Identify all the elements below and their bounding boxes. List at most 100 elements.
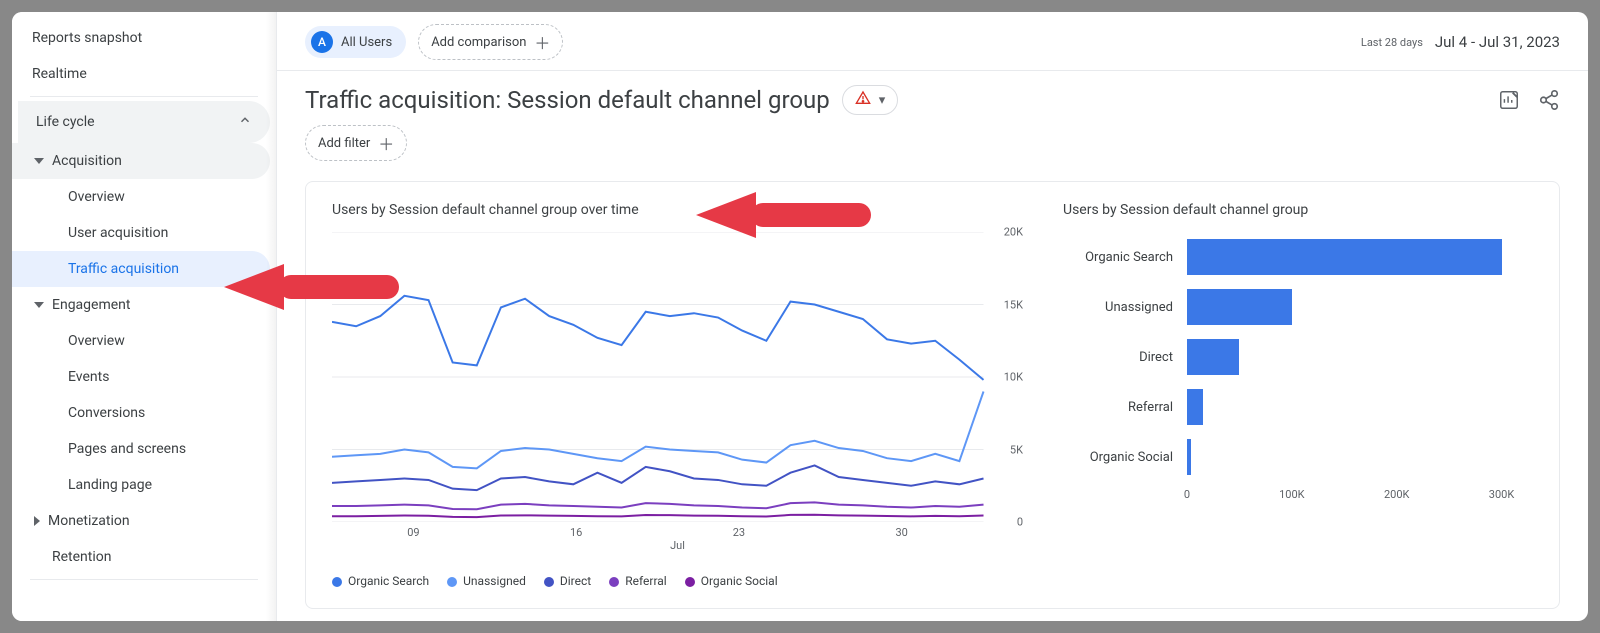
nav-acq-traffic[interactable]: Traffic acquisition	[12, 251, 270, 287]
legend-label: Referral	[625, 574, 667, 588]
legend-item[interactable]: Organic Social	[685, 574, 778, 588]
bar-row: Direct	[1063, 332, 1533, 382]
chevron-right-icon	[34, 516, 40, 526]
bar-track	[1187, 234, 1533, 280]
nav-engagement-label: Engagement	[52, 297, 130, 313]
bar-track	[1187, 384, 1533, 430]
line-chart-title: Users by Session default channel group o…	[332, 202, 1023, 218]
nav-monetization-label: Monetization	[48, 513, 130, 529]
bar-chart[interactable]: Organic Search Unassigned Direct Referral Or…	[1063, 232, 1533, 482]
y-tick-label: 15K	[1004, 298, 1023, 311]
bar-fill	[1187, 239, 1502, 275]
legend-item[interactable]: Direct	[544, 574, 591, 588]
x-tick-label: 30	[895, 526, 907, 539]
chevron-down-icon: ▾	[879, 93, 886, 108]
segment-badge: A	[311, 31, 333, 53]
x-tick-label: 0	[1184, 488, 1190, 501]
bar-label: Organic Social	[1063, 450, 1173, 465]
legend-label: Organic Search	[348, 574, 429, 588]
nav-acq-overview[interactable]: Overview	[12, 179, 276, 215]
alert-icon	[855, 90, 871, 110]
legend-item[interactable]: Organic Search	[332, 574, 429, 588]
share-icon[interactable]	[1538, 89, 1560, 111]
segment-label: All Users	[341, 35, 392, 50]
legend-item[interactable]: Referral	[609, 574, 667, 588]
nav-section-lifecycle-label: Life cycle	[36, 114, 95, 130]
legend-item[interactable]: Unassigned	[447, 574, 526, 588]
nav-eng-events[interactable]: Events	[12, 359, 276, 395]
legend-swatch	[544, 577, 554, 587]
tool-icons	[1498, 89, 1560, 111]
date-range-value: Jul 4 - Jul 31, 2023	[1435, 33, 1560, 51]
nav-acquisition-label: Acquisition	[52, 153, 122, 169]
line-chart-x-month: Jul	[332, 539, 1023, 552]
nav-realtime[interactable]: Realtime	[12, 56, 276, 92]
segment-chip[interactable]: A All Users	[305, 26, 406, 58]
bar-label: Referral	[1063, 400, 1173, 415]
add-comparison-label: Add comparison	[431, 35, 526, 50]
y-tick-label: 0	[1017, 516, 1023, 529]
legend-swatch	[332, 577, 342, 587]
line-chart-x-axis: 09 16 23 30	[332, 526, 1023, 539]
content: Users by Session default channel group o…	[277, 175, 1588, 621]
nav-eng-conversions[interactable]: Conversions	[12, 395, 276, 431]
add-filter-button[interactable]: Add filter ＋	[305, 125, 407, 161]
y-tick-label: 5K	[1010, 443, 1023, 456]
topbar: A All Users Add comparison ＋ Last 28 day…	[277, 12, 1588, 71]
bar-row: Referral	[1063, 382, 1533, 432]
bar-label: Unassigned	[1063, 300, 1173, 315]
legend-swatch	[685, 577, 695, 587]
line-chart-block: Users by Session default channel group o…	[332, 202, 1023, 588]
add-filter-label: Add filter	[318, 136, 370, 151]
bar-chart-block: Users by Session default channel group O…	[1063, 202, 1533, 588]
chevron-up-icon	[238, 113, 252, 131]
chevron-down-icon	[34, 302, 44, 308]
chevron-down-icon	[34, 158, 44, 164]
nav-acq-user[interactable]: User acquisition	[12, 215, 276, 251]
bar-fill	[1187, 339, 1239, 375]
chart-card: Users by Session default channel group o…	[305, 181, 1560, 609]
bar-track	[1187, 434, 1533, 480]
line-chart[interactable]: 05K10K15K20K	[332, 232, 1023, 522]
app-window: Reports snapshot Realtime Life cycle Acq…	[12, 12, 1588, 621]
title-row: Traffic acquisition: Session default cha…	[277, 71, 1588, 121]
x-tick-label: 16	[570, 526, 582, 539]
title-dropdown[interactable]: ▾	[842, 85, 899, 115]
legend-label: Unassigned	[463, 574, 526, 588]
nav-monetization[interactable]: Monetization	[12, 503, 276, 539]
bar-row: Organic Social	[1063, 432, 1533, 482]
nav-eng-landing[interactable]: Landing page	[12, 467, 276, 503]
main: A All Users Add comparison ＋ Last 28 day…	[277, 12, 1588, 621]
bar-fill	[1187, 289, 1292, 325]
bar-label: Organic Search	[1063, 250, 1173, 265]
nav-reports-snapshot[interactable]: Reports snapshot	[12, 20, 276, 56]
page-title: Traffic acquisition: Session default cha…	[305, 86, 830, 114]
x-tick-label: 200K	[1384, 488, 1409, 501]
legend-label: Direct	[560, 574, 591, 588]
plus-icon: ＋	[534, 30, 550, 54]
nav-eng-pages[interactable]: Pages and screens	[12, 431, 276, 467]
nav-section-lifecycle[interactable]: Life cycle	[18, 101, 270, 143]
x-tick-label: 23	[733, 526, 745, 539]
nav-acquisition[interactable]: Acquisition	[12, 143, 270, 179]
nav-engagement[interactable]: Engagement	[12, 287, 276, 323]
date-range[interactable]: Last 28 days Jul 4 - Jul 31, 2023	[1361, 33, 1560, 51]
x-tick-label: 100K	[1279, 488, 1304, 501]
nav-eng-overview[interactable]: Overview	[12, 323, 276, 359]
x-tick-label: 300K	[1489, 488, 1514, 501]
nav-divider	[30, 579, 258, 580]
bar-row: Organic Search	[1063, 232, 1533, 282]
line-chart-legend: Organic Search Unassigned Direct Referral Or…	[332, 574, 1023, 588]
y-tick-label: 20K	[1004, 226, 1023, 239]
filter-row: Add filter ＋	[277, 121, 1588, 175]
legend-label: Organic Social	[701, 574, 778, 588]
x-tick-label: 09	[407, 526, 419, 539]
add-comparison-button[interactable]: Add comparison ＋	[418, 24, 563, 60]
date-range-label: Last 28 days	[1361, 36, 1423, 49]
y-tick-label: 10K	[1004, 371, 1023, 384]
nav-retention[interactable]: Retention	[12, 539, 276, 575]
customize-report-icon[interactable]	[1498, 89, 1520, 111]
bar-track	[1187, 284, 1533, 330]
legend-swatch	[447, 577, 457, 587]
bar-track	[1187, 334, 1533, 380]
